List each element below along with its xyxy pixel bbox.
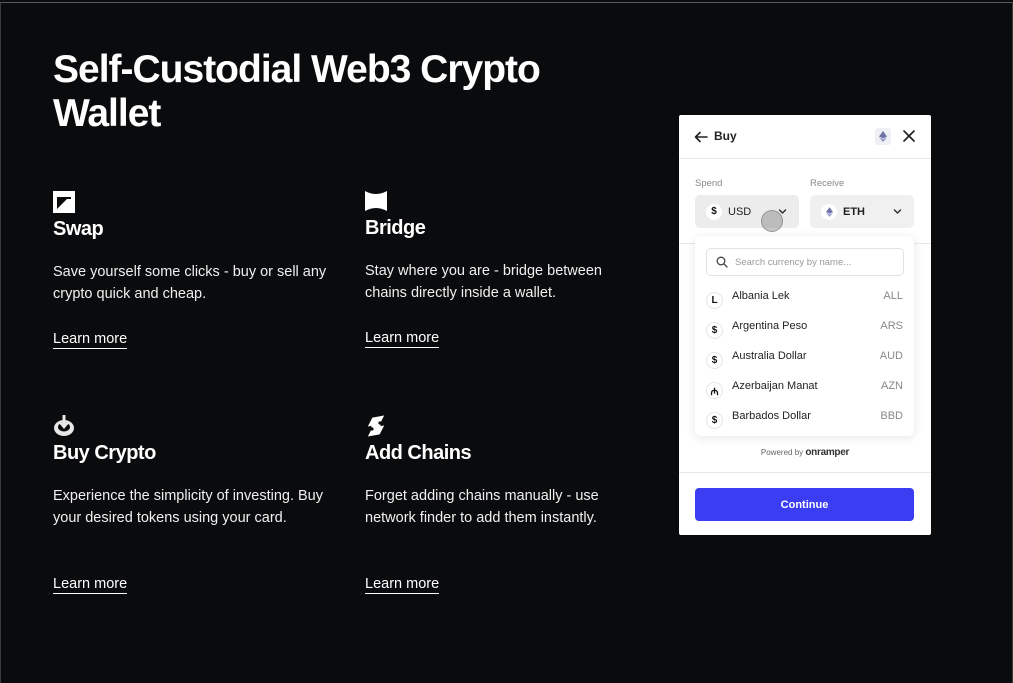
currency-symbol-icon: $ (706, 412, 723, 429)
close-icon[interactable] (901, 128, 917, 144)
spend-label: Spend (695, 178, 723, 189)
widget-title: Buy (714, 129, 737, 143)
buy-widget: Buy Spend Receive $ USD ETH Search curre… (679, 115, 931, 535)
currency-code: ARS (880, 320, 903, 332)
receive-currency-code: ETH (843, 205, 865, 218)
currency-symbol-icon: $ (706, 352, 723, 369)
back-arrow-icon[interactable] (693, 129, 709, 145)
spend-currency-code: USD (728, 205, 752, 218)
feature-heading: Swap (53, 218, 104, 240)
currency-list: L Albania Lek ALL $ Argentina Peso ARS $… (695, 284, 914, 434)
feature-heading: Bridge (365, 217, 426, 239)
chevron-down-icon (893, 209, 902, 215)
powered-by-label: Powered by (760, 448, 804, 457)
feature-description: Forget adding chains manually - use netw… (365, 488, 599, 526)
eth-icon (821, 203, 837, 220)
feature-buy-crypto: Buy Crypto Experience the simplicity of … (53, 415, 333, 594)
receive-currency-select[interactable]: ETH (810, 195, 914, 228)
currency-search-input[interactable] (735, 256, 900, 268)
currency-item[interactable]: $ Barbados Dollar BBD (695, 404, 914, 434)
continue-button[interactable]: Continue (695, 488, 914, 521)
divider (679, 472, 931, 473)
dollar-icon: $ (706, 203, 722, 220)
currency-name: Barbados Dollar (732, 410, 811, 422)
currency-code: AZN (881, 380, 903, 392)
page-title: Self-Custodial Web3 Crypto Wallet (53, 48, 541, 135)
download-icon (54, 415, 74, 436)
currency-item[interactable]: $ Australia Dollar AUD (695, 344, 914, 374)
currency-name: Azerbaijan Manat (732, 380, 818, 392)
provider-logo: onramper (805, 447, 850, 458)
feature-add-chains: Add Chains Forget adding chains manually… (365, 415, 645, 594)
network-badge[interactable] (875, 128, 891, 145)
currency-symbol-icon: L (706, 292, 723, 309)
currency-item[interactable]: ₼ Azerbaijan Manat AZN (695, 374, 914, 404)
feature-heading: Add Chains (365, 442, 472, 464)
currency-item[interactable]: L Albania Lek ALL (695, 284, 914, 314)
currency-code: BBD (880, 410, 903, 422)
currency-code: AUD (879, 350, 903, 362)
receive-label: Receive (810, 178, 845, 189)
spend-currency-select[interactable]: $ USD (695, 195, 799, 228)
powered-by: Powered by onramper (679, 447, 931, 458)
currency-item[interactable]: $ Argentina Peso ARS (695, 314, 914, 344)
learn-more-link[interactable]: Learn more (365, 576, 440, 594)
widget-header: Buy (679, 115, 931, 159)
search-icon (716, 256, 728, 268)
bridge-icon (365, 191, 387, 211)
mouse-cursor-indicator (761, 210, 783, 232)
eth-icon (879, 131, 887, 142)
feature-swap: Swap Save yourself some clicks - buy or … (53, 191, 333, 349)
learn-more-link[interactable]: Learn more (365, 330, 440, 348)
currency-name: Argentina Peso (732, 320, 808, 332)
currency-name: Albania Lek (732, 290, 790, 302)
currency-symbol-icon: $ (706, 322, 723, 339)
currency-symbol-icon: ₼ (706, 382, 723, 399)
swap-icon (53, 191, 75, 213)
feature-bridge: Bridge Stay where you are - bridge betwe… (365, 190, 645, 348)
feature-description: Stay where you are - bridge between chai… (365, 263, 602, 301)
currency-dropdown: L Albania Lek ALL $ Argentina Peso ARS $… (695, 236, 914, 436)
chain-link-icon (367, 415, 385, 437)
currency-code: ALL (883, 290, 903, 302)
learn-more-link[interactable]: Learn more (53, 331, 128, 349)
feature-description: Save yourself some clicks - buy or sell … (53, 264, 327, 302)
feature-description: Experience the simplicity of investing. … (53, 488, 323, 526)
feature-heading: Buy Crypto (53, 442, 156, 464)
currency-name: Australia Dollar (732, 350, 807, 362)
currency-search[interactable] (706, 248, 904, 276)
learn-more-link[interactable]: Learn more (53, 576, 128, 594)
